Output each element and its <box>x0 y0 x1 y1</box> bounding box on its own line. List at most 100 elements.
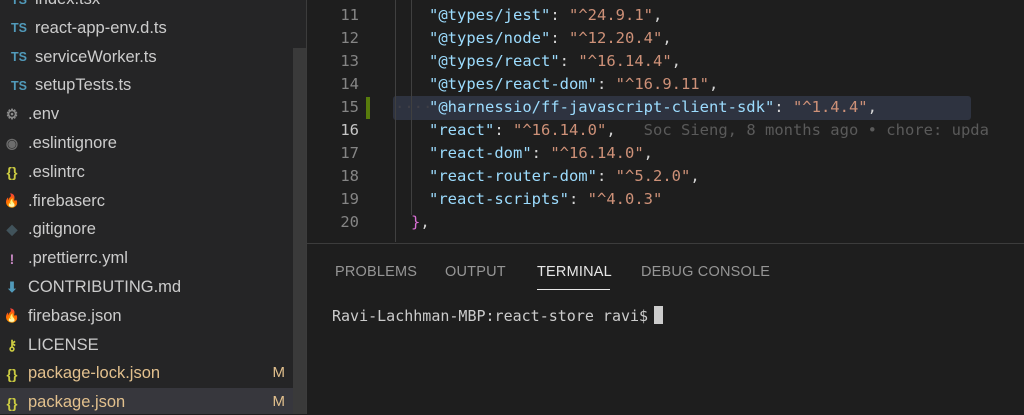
file-item[interactable]: TS serviceWorker.ts <box>0 43 293 72</box>
file-name: LICENSE <box>28 335 99 354</box>
code-line[interactable]: 11 "@types/jest": "^24.9.1", <box>307 4 1024 27</box>
json-value: "^16.9.11" <box>615 75 709 93</box>
active-tab-indicator <box>537 289 610 290</box>
json-colon: : <box>774 98 793 116</box>
code-text: "react-dom": "^16.14.0", <box>429 142 653 165</box>
explorer-sidebar: TS index.tsx TS react-app-env.d.ts TS service… <box>0 0 306 414</box>
file-item[interactable]: TS react-app-env.d.ts <box>0 14 293 43</box>
firebase-flame-icon: 🔥 <box>3 193 21 209</box>
file-name: .gitignore <box>28 220 96 239</box>
terminal-cursor <box>654 306 664 324</box>
file-name: CONTRIBUTING.md <box>28 278 182 296</box>
json-value: "^12.20.4" <box>569 29 663 47</box>
code-line[interactable]: 15 ···· "@harnessio/ff-javascript-client-s… <box>307 96 1024 119</box>
file-item[interactable]: ◉ .eslintignore <box>0 129 293 158</box>
json-colon: : <box>550 6 569 24</box>
terminal[interactable]: Ravi-Lachhman-MBP:react-store ravi$ <box>332 306 664 325</box>
json-key: "@types/node" <box>429 29 551 47</box>
json-value: "^24.9.1" <box>569 6 653 24</box>
git-diamond-icon: ◆ <box>6 221 18 238</box>
json-comma: , <box>690 167 700 185</box>
file-item[interactable]: ◆ .gitignore <box>0 215 293 244</box>
git-blame-annotation: Soc Sieng, 8 months ago • chore: upda <box>643 121 989 139</box>
json-value: "^16.14.0" <box>550 144 644 162</box>
code-text: "react": "^16.14.0", Soc Sieng, 8 months… <box>429 119 989 142</box>
file-name: setupTests.ts <box>35 76 132 95</box>
file-item[interactable]: ⬇ CONTRIBUTING.md <box>0 273 293 302</box>
json-key: "@harnessio/ff-javascript-client-sdk" <box>429 98 775 116</box>
code-editor[interactable]: 11 "@types/jest": "^24.9.1", 12 "@types/nod… <box>307 0 1024 242</box>
code-text: "react-scripts": "^4.0.3" <box>429 188 662 211</box>
code-line[interactable]: 18 "react-router-dom": "^5.2.0", <box>307 165 1024 188</box>
sidebar-scrollbar[interactable] <box>293 48 306 414</box>
git-modified-badge: M <box>272 393 286 411</box>
file-item[interactable]: ⚷ LICENSE <box>0 331 293 360</box>
code-text: "@harnessio/ff-javascript-client-sdk": "… <box>429 96 877 119</box>
file-item[interactable]: 🔥 .firebaserc <box>0 187 293 216</box>
file-name: serviceWorker.ts <box>35 47 157 66</box>
json-colon: : <box>568 190 588 208</box>
typescript-icon: TS <box>10 0 28 10</box>
file-item[interactable]: {} package-lock.json M <box>0 359 293 388</box>
json-comma: , <box>653 6 663 24</box>
json-colon: : <box>559 52 579 70</box>
file-item[interactable]: ! .prettierrc.yml <box>0 244 293 273</box>
json-braces-icon: {} <box>6 164 18 181</box>
code-line[interactable]: 17 "react-dom": "^16.14.0", <box>307 142 1024 165</box>
json-key: "@types/jest" <box>429 6 551 24</box>
json-comma: , <box>671 52 681 70</box>
json-comma: , <box>606 121 616 139</box>
tab-terminal[interactable]: TERMINAL <box>537 264 612 280</box>
file-item[interactable]: TS index.tsx <box>0 0 293 14</box>
line-number: 12 <box>340 29 359 47</box>
download-arrow-icon: ⬇ <box>6 279 18 295</box>
json-brace: } <box>411 213 421 231</box>
code-text: "@types/jest": "^24.9.1", <box>429 4 662 27</box>
file-name: .env <box>28 105 60 124</box>
code-text: "@types/react": "^16.14.4", <box>429 50 681 73</box>
code-text: }, <box>411 211 430 234</box>
code-text: "react-router-dom": "^5.2.0", <box>429 165 700 188</box>
typescript-icon: TS <box>11 50 27 65</box>
json-comma: , <box>867 98 877 116</box>
json-colon: : <box>596 75 616 93</box>
tab-debug-console[interactable]: DEBUG CONSOLE <box>641 264 770 280</box>
code-line[interactable]: 12 "@types/node": "^12.20.4", <box>307 27 1024 50</box>
file-item[interactable]: ⚙ .env <box>0 100 293 129</box>
line-number: 18 <box>340 167 359 185</box>
code-line[interactable]: 16 "react": "^16.14.0", Soc Sieng, 8 mont… <box>307 119 1024 142</box>
json-comma: , <box>708 75 719 93</box>
json-comma: , <box>420 213 430 231</box>
line-number: 19 <box>340 190 359 208</box>
typescript-icon: TS <box>11 21 27 36</box>
json-braces-icon: {} <box>6 365 18 382</box>
code-line[interactable]: 20}, <box>307 211 1024 234</box>
file-item[interactable]: TS setupTests.ts <box>0 71 293 100</box>
code-line[interactable]: 13 "@types/react": "^16.14.4", <box>307 50 1024 73</box>
line-number: 13 <box>340 52 359 70</box>
json-colon: : <box>550 29 569 47</box>
json-key: "react-router-dom" <box>429 167 597 185</box>
line-number: 20 <box>340 213 359 231</box>
line-number: 15 <box>340 98 359 116</box>
git-modified-badge: M <box>272 364 286 382</box>
json-comma: , <box>662 29 672 47</box>
json-braces-icon: {} <box>6 394 18 411</box>
json-colon: : <box>531 144 551 162</box>
file-name: index.tsx <box>35 0 100 9</box>
whitespace-markers: ···· <box>395 98 433 116</box>
file-item[interactable]: {} .eslintrc <box>0 158 293 187</box>
file-item[interactable]: 🔥 firebase.json <box>0 302 293 331</box>
code-line[interactable]: 14 "@types/react-dom": "^16.9.11", <box>307 73 1024 96</box>
json-key: "react-scripts" <box>429 190 569 208</box>
tab-problems[interactable]: PROBLEMS <box>335 264 417 280</box>
tab-output[interactable]: OUTPUT <box>445 264 506 280</box>
json-key: "@types/react-dom" <box>429 75 597 93</box>
terminal-prompt-text: Ravi-Lachhman-MBP:react-store ravi$ <box>332 307 649 325</box>
file-item[interactable]: {} package.json M <box>0 388 293 414</box>
json-value: "^1.4.4" <box>792 98 868 116</box>
line-number: 17 <box>340 144 359 162</box>
line-number: 11 <box>340 6 359 24</box>
code-line[interactable]: 19 "react-scripts": "^4.0.3" <box>307 188 1024 211</box>
line-number: 14 <box>340 75 359 93</box>
